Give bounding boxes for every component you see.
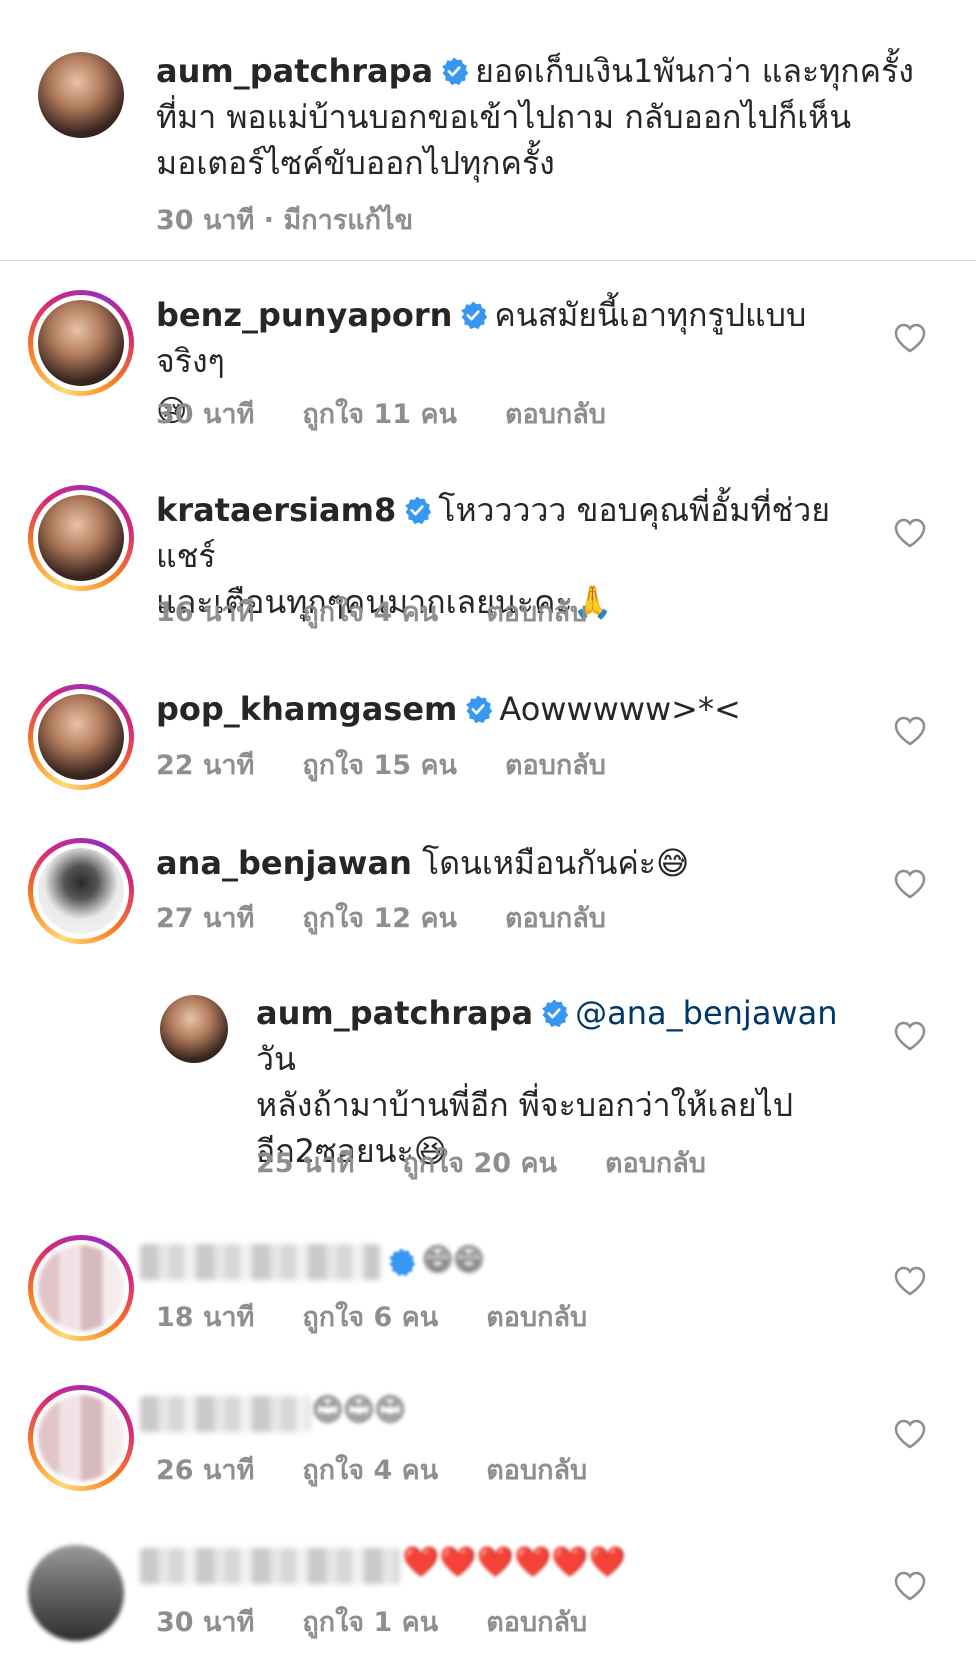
username[interactable]: aum_patchrapa (156, 52, 433, 90)
comment-time: 26 นาที (156, 1455, 255, 1486)
comment-meta: 26 นาที ถูกใจ 4 คน ตอบกลับ (156, 1448, 635, 1491)
likes-count[interactable]: ถูกใจ 12 คน (302, 903, 457, 934)
emoji: 😊😊😊 (312, 1393, 406, 1428)
comment-meta: 22 นาที ถูกใจ 15 คน ตอบกลับ (156, 743, 654, 786)
divider (0, 260, 976, 261)
comment-text: Aowwwww>*< (499, 690, 741, 728)
heart-icon[interactable] (893, 1265, 927, 1297)
verified-icon (405, 496, 432, 525)
avatar[interactable] (28, 290, 134, 396)
comment-time: 27 นาที (156, 903, 255, 934)
heart-icon[interactable] (893, 1020, 927, 1052)
verified-icon (466, 695, 493, 724)
reply-button[interactable]: ตอบกลับ (605, 1148, 706, 1179)
comment-body: aum_patchrapa ยอดเก็บเงิน1พันกว่า และทุกค… (156, 48, 916, 186)
heart-icon[interactable] (893, 517, 927, 549)
avatar[interactable] (28, 485, 134, 591)
reply-button[interactable]: ตอบกลับ (505, 903, 606, 934)
reply-button[interactable]: ตอบกลับ (486, 1302, 587, 1333)
comment-meta: 30 นาที ถูกใจ 11 คน ตอบกลับ (156, 392, 654, 435)
comment-meta: 18 นาที ถูกใจ 6 คน ตอบกลับ (156, 1295, 635, 1338)
username[interactable]: benz_punyaporn (156, 296, 452, 334)
likes-count[interactable]: ถูกใจ 6 คน (302, 1302, 438, 1333)
reply-button[interactable]: ตอบกลับ (486, 1455, 587, 1486)
comment-time: 30 นาที (156, 1607, 255, 1638)
mention-link[interactable]: @ana_benjawan (575, 994, 837, 1032)
avatar[interactable] (28, 1235, 134, 1341)
comment-body: ana_benjawan โดนเหมือนกันค่ะ😅 (156, 840, 856, 886)
comment-meta: 30 นาที ถูกใจ 1 คน ตอบกลับ (156, 1600, 635, 1643)
heart-icon[interactable] (893, 322, 927, 354)
comment-time: 25 นาที (256, 1148, 355, 1179)
avatar[interactable] (28, 1385, 134, 1491)
likes-count[interactable]: ถูกใจ 15 คน (302, 750, 457, 781)
emoji: ❤️❤️❤️❤️❤️❤️ (402, 1545, 627, 1580)
username[interactable]: krataersiam8 (156, 491, 396, 529)
username[interactable]: pop_khamgasem (156, 690, 457, 728)
verified-icon (442, 57, 469, 86)
comment-text: หลังถ้ามาบ้านพี่อีก พี่จะบอกว่าให้เลยไป (256, 1086, 794, 1124)
comment-meta: 27 นาที ถูกใจ 12 คน ตอบกลับ (156, 896, 654, 939)
likes-count[interactable]: ถูกใจ 20 คน (402, 1148, 557, 1179)
comment-text: ยอดเก็บเงิน1พันกว่า และทุกครั้ง (475, 52, 914, 90)
avatar[interactable] (28, 838, 134, 944)
comment-meta: 30 นาที · มีการแก้ไข (156, 205, 414, 236)
avatar[interactable] (160, 995, 228, 1063)
blurred-username (140, 1396, 310, 1432)
reply-button[interactable]: ตอบกลับ (486, 597, 587, 628)
reply-button[interactable]: ตอบกลับ (505, 750, 606, 781)
comment-meta: 16 นาที ถูกใจ 4 คน ตอบกลับ (156, 590, 635, 633)
comment-time: 22 นาที (156, 750, 255, 781)
comment-time: 18 นาที (156, 1302, 255, 1333)
blurred-username (140, 1548, 400, 1584)
verified-icon (542, 999, 569, 1028)
heart-icon[interactable] (893, 715, 927, 747)
comment-meta: 25 นาที ถูกใจ 20 คน ตอบกลับ (256, 1141, 754, 1184)
comment-body: pop_khamgasem Aowwwww>*< (156, 686, 856, 732)
avatar[interactable] (38, 52, 124, 138)
comment-text: วัน (256, 1040, 296, 1078)
comment-time: 30 นาที (156, 399, 255, 430)
comment-text: ที่มา พอแม่บ้านบอกขอเข้าไปถาม กลับออกไปก… (156, 98, 852, 136)
blurred-username (140, 1244, 380, 1280)
comment-time: 16 นาที (156, 597, 255, 628)
comment-text: มอเตอร์ไซค์ขับออกไปทุกครั้ง (156, 144, 555, 182)
likes-count[interactable]: ถูกใจ 11 คน (302, 399, 457, 430)
reply-button[interactable]: ตอบกลับ (486, 1607, 587, 1638)
likes-count[interactable]: ถูกใจ 1 คน (302, 1607, 438, 1638)
heart-icon[interactable] (893, 868, 927, 900)
emoji: 😄😄 (422, 1243, 485, 1278)
verified-icon (389, 1248, 416, 1277)
comment-text: โดนเหมือนกันค่ะ😅 (422, 844, 690, 882)
likes-count[interactable]: ถูกใจ 4 คน (302, 1455, 438, 1486)
heart-icon[interactable] (893, 1570, 927, 1602)
heart-icon[interactable] (893, 1418, 927, 1450)
avatar[interactable] (28, 684, 134, 790)
likes-count[interactable]: ถูกใจ 4 คน (302, 597, 438, 628)
username[interactable]: aum_patchrapa (256, 994, 533, 1032)
reply-button[interactable]: ตอบกลับ (505, 399, 606, 430)
verified-icon (461, 301, 488, 330)
avatar[interactable] (28, 1545, 124, 1641)
username[interactable]: ana_benjawan (156, 844, 412, 882)
